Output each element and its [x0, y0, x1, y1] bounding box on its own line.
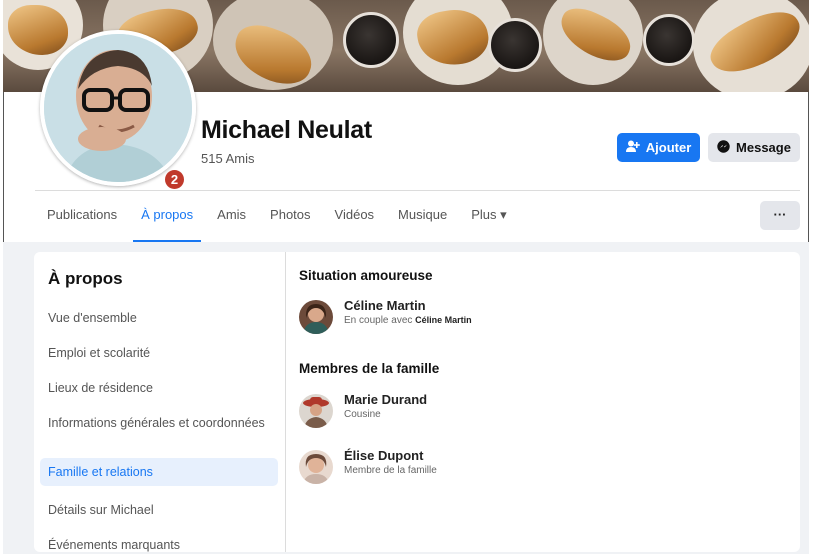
family-member-name[interactable]: Marie Durand — [344, 392, 427, 407]
partner-avatar[interactable] — [299, 300, 333, 334]
tab-videos[interactable]: Vidéos — [323, 196, 387, 240]
sidebar-item-life-events[interactable]: Événements marquants — [40, 531, 278, 559]
profile-photo — [44, 34, 192, 182]
sidebar-item-work-education[interactable]: Emploi et scolarité — [40, 339, 278, 367]
message-button[interactable]: Message — [708, 133, 800, 162]
tab-photos[interactable]: Photos — [258, 196, 322, 240]
sidebar-item-details[interactable]: Détails sur Michael — [40, 496, 278, 524]
family-section-title: Membres de la famille — [299, 361, 440, 376]
family-member-avatar[interactable] — [299, 394, 333, 428]
family-member-avatar[interactable] — [299, 450, 333, 484]
add-friend-label: Ajouter — [645, 140, 692, 155]
partner-name[interactable]: Céline Martin — [344, 298, 426, 313]
tab-publications[interactable]: Publications — [35, 196, 129, 240]
add-friend-icon — [625, 140, 640, 155]
add-friend-button[interactable]: Ajouter — [617, 133, 700, 162]
relationship-partner-link[interactable]: Céline Martin — [415, 315, 472, 325]
relationship-status-prefix: En couple avec — [344, 315, 413, 326]
tab-about[interactable]: À propos — [129, 196, 205, 243]
family-member-name[interactable]: Élise Dupont — [344, 448, 423, 463]
profile-avatar[interactable] — [40, 30, 196, 186]
sidebar-item-contact-info[interactable]: Informations générales et coordonnées — [40, 409, 278, 437]
family-member-relation: Membre de la famille — [344, 465, 437, 476]
sidebar-item-places-lived[interactable]: Lieux de résidence — [40, 374, 278, 402]
message-label: Message — [736, 140, 791, 155]
tab-music[interactable]: Musique — [386, 196, 459, 240]
profile-tabs: Publications À propos Amis Photos Vidéos… — [35, 196, 519, 243]
about-title: À propos — [48, 269, 123, 288]
step-badge: 2 — [165, 170, 184, 189]
tab-friends[interactable]: Amis — [205, 196, 258, 240]
friends-count[interactable]: 515 Amis — [201, 151, 254, 166]
relationship-section-title: Situation amoureuse — [299, 268, 433, 283]
sidebar-item-overview[interactable]: Vue d'ensemble — [40, 304, 278, 332]
relationship-status: En couple avec Céline Martin — [344, 315, 472, 326]
header-divider — [35, 190, 800, 191]
tab-more[interactable]: Plus ▾ — [459, 196, 518, 240]
family-member-relation: Cousine — [344, 409, 381, 420]
profile-name: Michael Neulat — [201, 116, 372, 144]
sidebar-item-family-relationships[interactable]: Famille et relations — [40, 458, 278, 486]
about-sidebar: À propos Vue d'ensemble Emploi et scolar… — [34, 252, 286, 552]
more-options-button[interactable]: ··· — [760, 201, 800, 230]
messenger-icon — [717, 139, 730, 156]
